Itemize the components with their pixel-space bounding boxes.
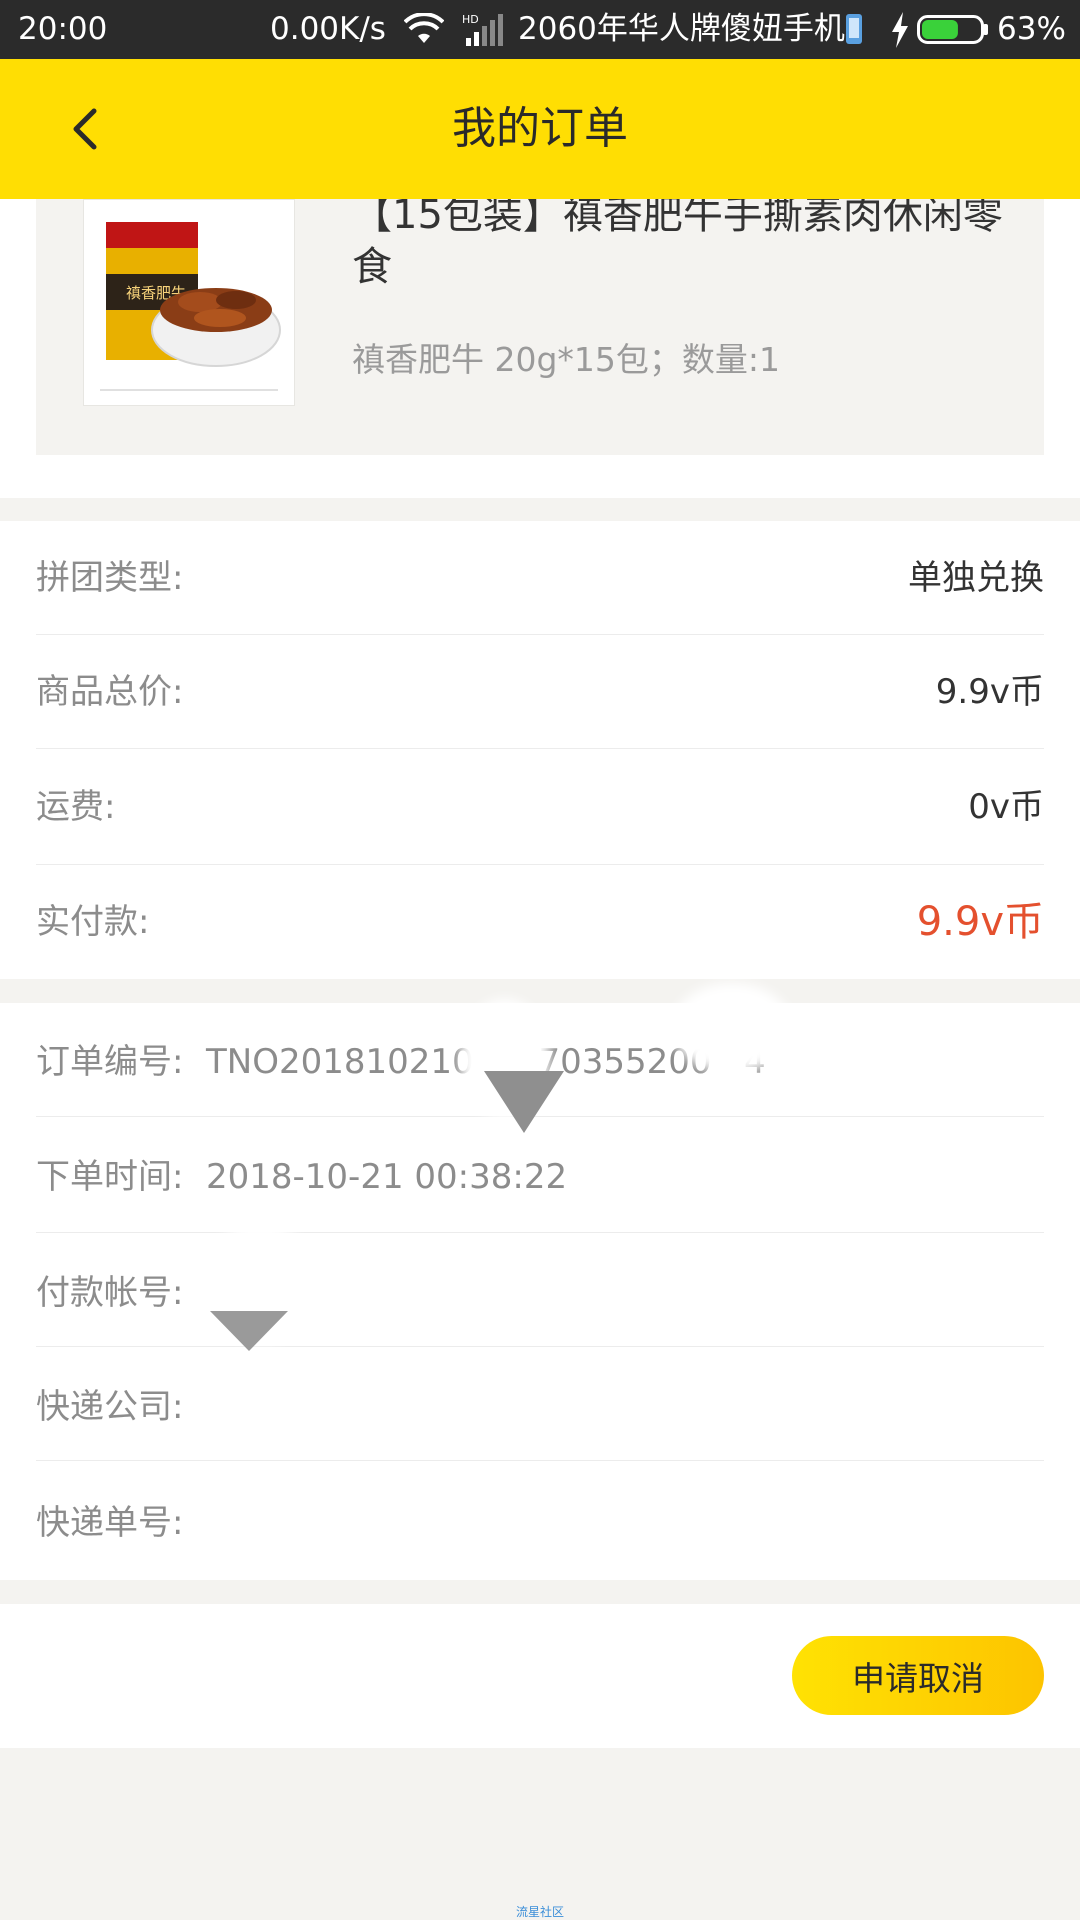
row-order-time: 下单时间: 2018-10-21 00:38:22	[36, 1120, 1044, 1235]
charging-bolt-icon	[892, 12, 908, 48]
row-shipping-fee: 运费: 0v币	[36, 750, 1044, 865]
phone-icon	[846, 14, 862, 44]
row-payment-account: 付款帐号:	[36, 1236, 1044, 1351]
page-title: 我的订单	[452, 103, 628, 154]
row-label: 付款帐号:	[36, 1273, 184, 1313]
row-label: 订单编号:	[36, 1042, 184, 1082]
divider	[36, 1232, 1044, 1233]
paid-amount: 9.9v币	[916, 899, 1044, 945]
apply-cancel-button[interactable]: 申请取消	[792, 1636, 1044, 1715]
payment-info-group: 拼团类型: 单独兑换 商品总价: 9.9v币 运费: 0v币 实付款: 9.9v…	[0, 521, 1080, 979]
divider	[36, 1460, 1044, 1461]
order-info-group: 订单编号: TNO201810210 170355200 4 下单时间: 201…	[0, 983, 1080, 1581]
product-section: 禛香肥牛 【15包装】禛香肥牛手撕素肉休闲零食 禛香肥牛 20g*15包；数量:…	[0, 192, 1080, 498]
product-image[interactable]: 禛香肥牛	[83, 199, 295, 406]
row-value: 单独兑换	[908, 558, 1044, 598]
row-label: 快递公司:	[36, 1387, 184, 1427]
status-bar: 20:00 0.00K/s HD 2060年华人牌傻妞手机 63%	[0, 0, 1080, 59]
hd-signal-icon: HD	[462, 13, 503, 46]
row-courier-company: 快递公司:	[36, 1350, 1044, 1465]
product-name: 【15包装】禛香肥牛手撕素肉休闲零食	[352, 192, 1003, 290]
product-spec: 禛香肥牛 20g*15包；数量:1	[352, 340, 781, 379]
status-battery-percent: 63%	[997, 11, 1066, 47]
redaction-blur	[672, 983, 792, 1073]
row-value: 0v币	[968, 787, 1044, 827]
order-actions-bar: 申请取消	[0, 1604, 1080, 1748]
row-label: 实付款:	[36, 902, 150, 942]
order-time-value: 2018-10-21 00:38:22	[206, 1157, 568, 1197]
row-label: 运费:	[36, 787, 116, 827]
row-amount-paid: 实付款: 9.9v币	[36, 865, 1044, 980]
row-tracking-number: 快递单号:	[36, 1466, 1044, 1581]
row-group-type: 拼团类型: 单独兑换	[36, 521, 1044, 636]
wifi-icon	[404, 13, 444, 43]
divider	[36, 748, 1044, 749]
row-value: 9.9v币	[935, 672, 1044, 712]
status-net-speed: 0.00K/s	[270, 11, 386, 47]
product-package-illustration: 禛香肥牛	[84, 200, 294, 405]
row-label: 下单时间:	[36, 1157, 184, 1197]
divider	[36, 1346, 1044, 1347]
battery-icon	[917, 15, 988, 44]
chevron-left-icon[interactable]	[62, 103, 114, 155]
watermark: 流星社区	[515, 1905, 564, 1919]
row-label: 拼团类型:	[36, 558, 184, 598]
row-label: 快递单号:	[36, 1503, 184, 1543]
redaction-triangle	[484, 1071, 564, 1133]
product-card[interactable]: 禛香肥牛 【15包装】禛香肥牛手撕素肉休闲零食 禛香肥牛 20g*15包；数量:…	[36, 192, 1044, 455]
status-time: 20:00	[18, 11, 108, 47]
row-goods-total: 商品总价: 9.9v币	[36, 635, 1044, 750]
redaction-triangle	[210, 1311, 288, 1351]
status-carrier: 2060年华人牌傻妞手机	[518, 11, 845, 47]
top-bar: 我的订单	[0, 59, 1080, 199]
svg-text:HD: HD	[462, 13, 479, 26]
row-label: 商品总价:	[36, 672, 184, 712]
